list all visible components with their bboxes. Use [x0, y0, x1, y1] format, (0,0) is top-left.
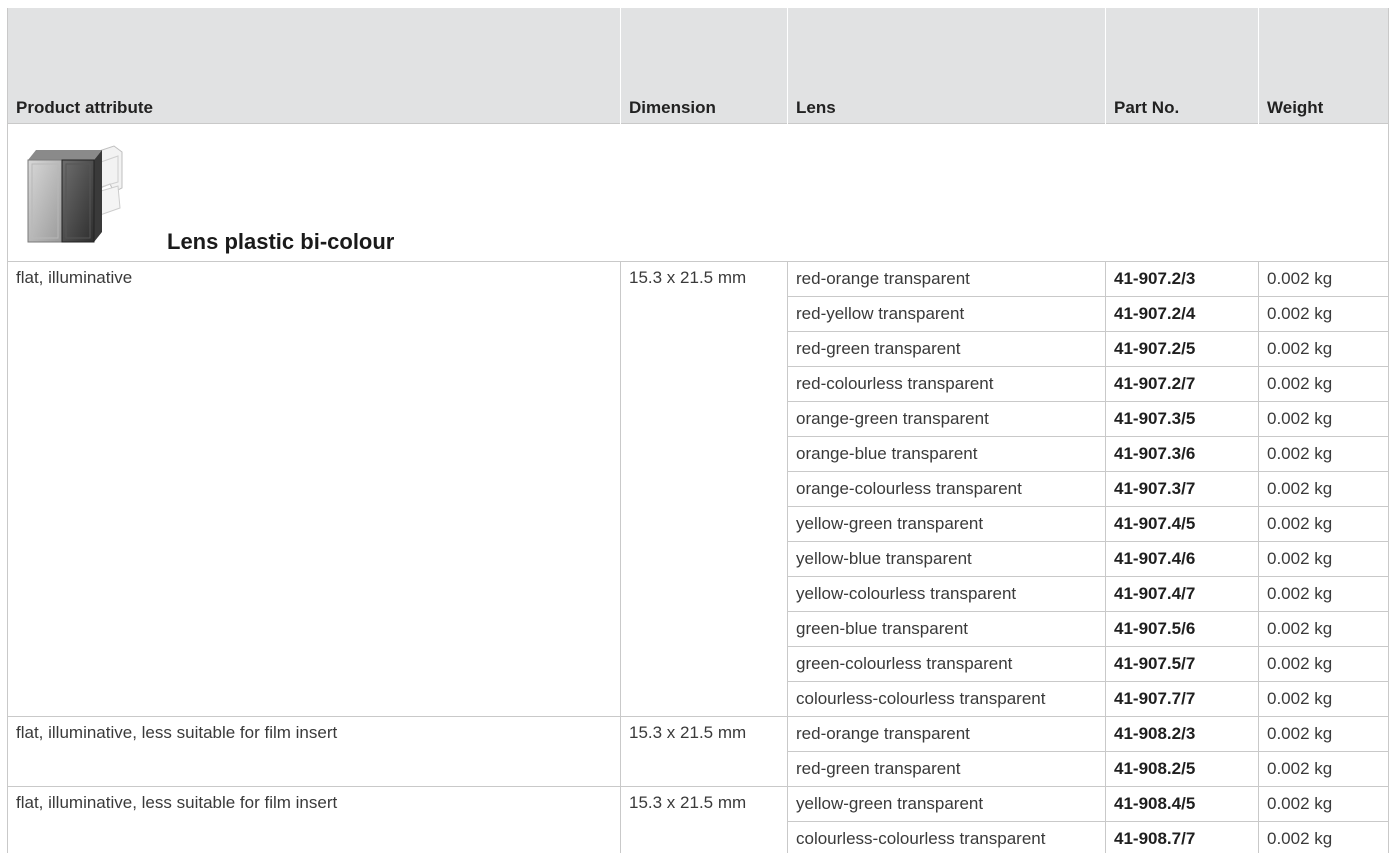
lens-cell: green-colourless transparent [787, 645, 1106, 682]
part-no-cell: 41-907.4/6 [1105, 540, 1259, 577]
table-header: Product attribute Dimension Lens Part No… [7, 8, 1389, 123]
part-no-cell: 41-907.2/3 [1105, 260, 1259, 297]
dimension-cell: 15.3 x 21.5 mm [620, 785, 788, 853]
weight-cell: 0.002 kg [1258, 295, 1389, 332]
lens-cell: red-green transparent [787, 330, 1106, 367]
header-weight: Weight [1258, 8, 1389, 123]
part-no-cell: 41-907.4/7 [1105, 575, 1259, 612]
part-no-cell: 41-907.2/4 [1105, 295, 1259, 332]
lens-cell: red-orange transparent [787, 715, 1106, 752]
part-no-cell: 41-908.4/5 [1105, 785, 1259, 822]
weight-cell: 0.002 kg [1258, 750, 1389, 787]
lens-cell: yellow-green transparent [787, 785, 1106, 822]
table-row: flat, illuminative, less suitable for fi… [7, 785, 1389, 853]
lens-cell: yellow-colourless transparent [787, 575, 1106, 612]
weight-cell: 0.002 kg [1258, 330, 1389, 367]
part-no-cell: 41-907.3/5 [1105, 400, 1259, 437]
weight-cell: 0.002 kg [1258, 715, 1389, 752]
part-no-cell: 41-907.3/6 [1105, 435, 1259, 472]
weight-cell: 0.002 kg [1258, 400, 1389, 437]
part-no-cell: 41-907.2/7 [1105, 365, 1259, 402]
dimension-cell: 15.3 x 21.5 mm [620, 715, 788, 787]
lens-cell: colourless-colourless transparent [787, 820, 1106, 853]
weight-cell: 0.002 kg [1258, 260, 1389, 297]
table-body: Lens plastic bi-colour flat, illuminativ… [7, 122, 1389, 853]
lens-cell: red-yellow transparent [787, 295, 1106, 332]
product-table: Product attribute Dimension Lens Part No… [7, 8, 1389, 853]
section-title: Lens plastic bi-colour [167, 228, 395, 254]
lens-cell: yellow-blue transparent [787, 540, 1106, 577]
weight-cell: 0.002 kg [1258, 540, 1389, 577]
weight-cell: 0.002 kg [1258, 820, 1389, 853]
catalog-page: Product attribute Dimension Lens Part No… [0, 0, 1393, 853]
header-dimension: Dimension [620, 8, 788, 123]
lens-cell: orange-colourless transparent [787, 470, 1106, 507]
weight-cell: 0.002 kg [1258, 575, 1389, 612]
header-product-attribute: Product attribute [7, 8, 621, 123]
weight-cell: 0.002 kg [1258, 645, 1389, 682]
part-no-cell: 41-908.2/5 [1105, 750, 1259, 787]
lens-cell: red-orange transparent [787, 260, 1106, 297]
table-row: flat, illuminative 15.3 x 21.5 mm red-oran… [7, 260, 1389, 717]
lens-cell: green-blue transparent [787, 610, 1106, 647]
lens-cell: yellow-green transparent [787, 505, 1106, 542]
product-attribute-cell: flat, illuminative, less suitable for fi… [7, 785, 621, 853]
part-no-cell: 41-907.5/7 [1105, 645, 1259, 682]
part-no-cell: 41-908.2/3 [1105, 715, 1259, 752]
part-no-cell: 41-907.7/7 [1105, 680, 1259, 717]
lens-cell: orange-green transparent [787, 400, 1106, 437]
weight-cell: 0.002 kg [1258, 470, 1389, 507]
weight-cell: 0.002 kg [1258, 610, 1389, 647]
section-row: Lens plastic bi-colour [7, 122, 1389, 262]
table-row: flat, illuminative, less suitable for fi… [7, 715, 1389, 787]
lens-cell: orange-blue transparent [787, 435, 1106, 472]
weight-cell: 0.002 kg [1258, 365, 1389, 402]
weight-cell: 0.002 kg [1258, 785, 1389, 822]
weight-cell: 0.002 kg [1258, 680, 1389, 717]
product-attribute-cell: flat, illuminative [7, 260, 621, 717]
part-no-cell: 41-907.5/6 [1105, 610, 1259, 647]
lens-cell: red-colourless transparent [787, 365, 1106, 402]
section-cell: Lens plastic bi-colour [7, 122, 1389, 262]
lens-product-image [27, 144, 123, 242]
part-no-cell: 41-908.7/7 [1105, 820, 1259, 853]
dimension-cell: 15.3 x 21.5 mm [620, 260, 788, 717]
weight-cell: 0.002 kg [1258, 435, 1389, 472]
header-lens: Lens [787, 8, 1106, 123]
product-attribute-cell: flat, illuminative, less suitable for fi… [7, 715, 621, 787]
lens-cell: red-green transparent [787, 750, 1106, 787]
part-no-cell: 41-907.4/5 [1105, 505, 1259, 542]
weight-cell: 0.002 kg [1258, 505, 1389, 542]
part-no-cell: 41-907.2/5 [1105, 330, 1259, 367]
part-no-cell: 41-907.3/7 [1105, 470, 1259, 507]
header-part-no: Part No. [1105, 8, 1259, 123]
lens-cell: colourless-colourless transparent [787, 680, 1106, 717]
